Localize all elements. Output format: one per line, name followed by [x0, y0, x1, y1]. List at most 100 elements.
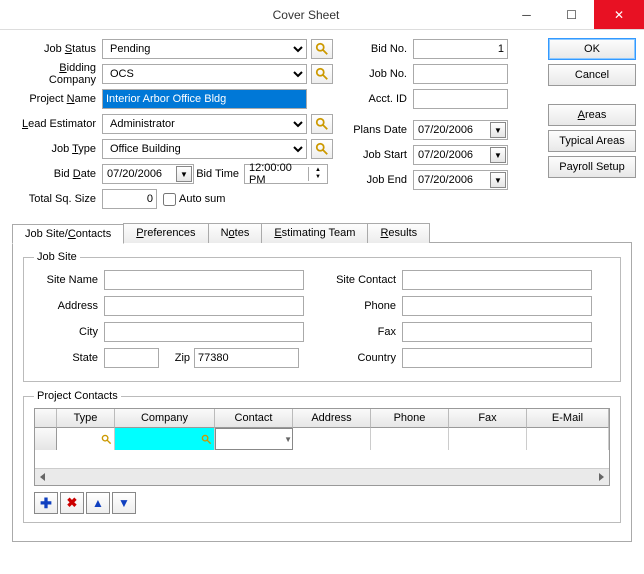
state-input[interactable] [104, 348, 159, 368]
country-input[interactable] [402, 348, 592, 368]
magnify-icon [315, 67, 329, 81]
job-no-input[interactable] [413, 64, 508, 84]
bid-time-label: Bid Time [194, 168, 244, 180]
plans-date-label: Plans Date [353, 124, 413, 136]
dropdown-icon[interactable]: ▼ [490, 122, 506, 138]
city-input[interactable] [104, 322, 304, 342]
bidding-company-select[interactable]: OCS [102, 64, 307, 84]
city-label: City [34, 326, 104, 338]
job-site-legend: Job Site [34, 251, 80, 263]
zip-input[interactable] [194, 348, 299, 368]
email-cell[interactable] [527, 428, 609, 450]
minimize-button[interactable]: ─ [504, 0, 549, 29]
table-row[interactable]: ▼ [35, 428, 609, 450]
project-name-label: Project Name [12, 93, 102, 105]
tab-preferences[interactable]: Preferences [123, 223, 208, 243]
ok-button[interactable]: OK [548, 38, 636, 60]
magnify-icon [315, 142, 329, 156]
project-contacts-group: Project Contacts Type Company Contact Ad… [23, 390, 621, 523]
job-end-input[interactable]: 07/20/2006▼ [413, 170, 508, 190]
company-cell[interactable] [115, 428, 215, 450]
phone-input[interactable] [402, 296, 592, 316]
fax-input[interactable] [402, 322, 592, 342]
horizontal-scrollbar[interactable] [35, 468, 609, 485]
bid-no-label: Bid No. [353, 43, 413, 55]
col-company[interactable]: Company [115, 409, 215, 428]
job-type-select[interactable]: Office Building [102, 139, 307, 159]
add-row-button[interactable]: ✚ [34, 492, 58, 514]
site-contact-label: Site Contact [324, 274, 402, 286]
plus-icon: ✚ [40, 495, 52, 512]
delete-row-button[interactable]: ✖ [60, 492, 84, 514]
col-type[interactable]: Type [57, 409, 115, 428]
phone-label: Phone [324, 300, 402, 312]
site-contact-input[interactable] [402, 270, 592, 290]
job-status-lookup-button[interactable] [311, 39, 333, 59]
tab-job-site-contacts[interactable]: Job Site/Contacts [12, 224, 124, 244]
site-name-input[interactable] [104, 270, 304, 290]
fax-cell[interactable] [449, 428, 527, 450]
state-label: State [34, 352, 104, 364]
lead-estimator-select[interactable]: Administrator [102, 114, 307, 134]
window-titlebar: Cover Sheet ─ ☐ ✕ [0, 0, 644, 30]
areas-button[interactable]: Areas [548, 104, 636, 126]
move-up-button[interactable]: ▲ [86, 492, 110, 514]
acct-id-input[interactable] [413, 89, 508, 109]
job-type-lookup-button[interactable] [311, 139, 333, 159]
address-cell[interactable] [293, 428, 371, 450]
bidding-company-lookup-button[interactable] [311, 64, 333, 84]
lead-estimator-lookup-button[interactable] [311, 114, 333, 134]
address-label: Address [34, 300, 104, 312]
total-sq-size-input[interactable] [102, 189, 157, 209]
bid-no-input[interactable] [413, 39, 508, 59]
job-site-group: Job Site Site Name Address City StateZip… [23, 251, 621, 382]
project-name-input[interactable] [102, 89, 307, 109]
address-input[interactable] [104, 296, 304, 316]
tab-results[interactable]: Results [367, 223, 430, 243]
tab-estimating-team[interactable]: Estimating Team [261, 223, 368, 243]
row-marker [35, 428, 57, 450]
bid-date-label: Bid Date [12, 168, 102, 180]
magnify-icon [315, 117, 329, 131]
typical-areas-button[interactable]: Typical Areas [548, 130, 636, 152]
country-label: Country [324, 352, 402, 364]
payroll-setup-button[interactable]: Payroll Setup [548, 156, 636, 178]
cancel-button[interactable]: Cancel [548, 64, 636, 86]
dropdown-icon[interactable]: ▼ [490, 172, 506, 188]
fax-label: Fax [324, 326, 402, 338]
col-contact[interactable]: Contact [215, 409, 293, 428]
up-arrow-icon: ▲ [92, 496, 104, 510]
phone-cell[interactable] [371, 428, 449, 450]
x-icon: ✖ [67, 495, 78, 511]
job-status-label: Job Status [12, 43, 102, 55]
down-arrow-icon: ▼ [118, 496, 130, 510]
magnify-icon [101, 434, 112, 445]
col-address[interactable]: Address [293, 409, 371, 428]
acct-id-label: Acct. ID [353, 93, 413, 105]
bid-time-input[interactable]: 12:00:00 PM▲▼ [244, 164, 328, 184]
contacts-table: Type Company Contact Address Phone Fax E… [34, 408, 610, 486]
dropdown-icon[interactable]: ▼ [176, 166, 192, 182]
site-name-label: Site Name [34, 274, 104, 286]
bid-date-input[interactable]: 07/20/2006▼ [102, 164, 194, 184]
maximize-button[interactable]: ☐ [549, 0, 594, 29]
job-start-input[interactable]: 07/20/2006▼ [413, 145, 508, 165]
col-phone[interactable]: Phone [371, 409, 449, 428]
auto-sum-checkbox[interactable]: Auto sum [163, 193, 225, 206]
spinner-icon[interactable]: ▲▼ [308, 167, 327, 181]
type-cell[interactable] [57, 428, 115, 450]
magnify-icon [315, 42, 329, 56]
close-button[interactable]: ✕ [594, 0, 644, 29]
tab-notes[interactable]: Notes [208, 223, 263, 243]
contact-cell[interactable]: ▼ [215, 428, 293, 450]
total-sq-size-label: Total Sq. Size [12, 193, 102, 205]
dropdown-icon[interactable]: ▼ [490, 147, 506, 163]
col-email[interactable]: E-Mail [527, 409, 609, 428]
col-fax[interactable]: Fax [449, 409, 527, 428]
job-start-label: Job Start [353, 149, 413, 161]
window-title: Cover Sheet [108, 8, 504, 22]
plans-date-input[interactable]: 07/20/2006▼ [413, 120, 508, 140]
move-down-button[interactable]: ▼ [112, 492, 136, 514]
job-status-select[interactable]: Pending [102, 39, 307, 59]
job-type-label: Job Type [12, 143, 102, 155]
